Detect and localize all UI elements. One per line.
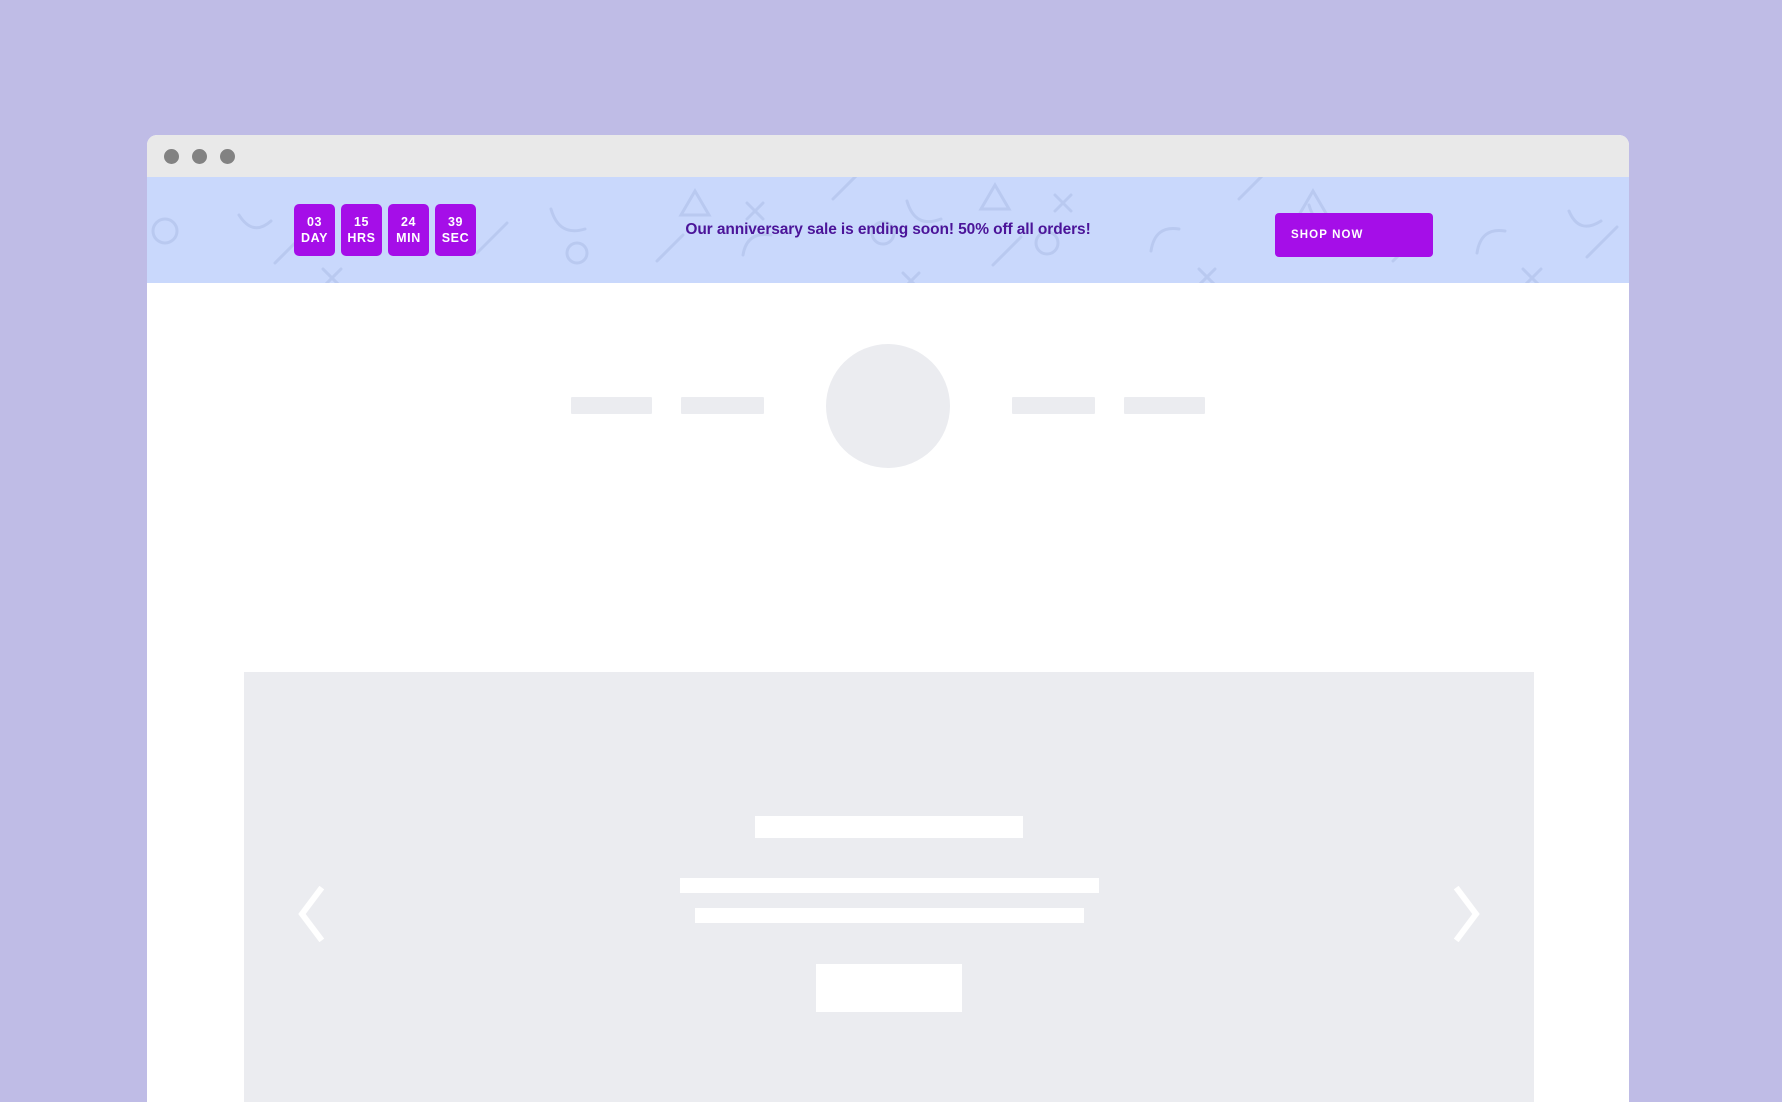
countdown-day-value: 03: [306, 214, 323, 229]
nav-links-right: [1012, 397, 1205, 414]
countdown-min-label: MIN: [396, 231, 421, 245]
promo-banner: 03 DAY 15 HRS 24 MIN 39 SEC Our annivers…: [147, 177, 1629, 283]
countdown-unit-min: 24 MIN: [388, 204, 429, 256]
chevron-left-icon: [296, 886, 328, 942]
chevron-right-icon: [1450, 886, 1482, 942]
minimize-dot[interactable]: [192, 148, 207, 164]
page-content: [147, 283, 1629, 1102]
nav-placeholder-link-1[interactable]: [571, 397, 652, 414]
countdown-hrs-value: 15: [353, 214, 370, 229]
nav-placeholder-link-4[interactable]: [1124, 397, 1205, 414]
hero-button-placeholder[interactable]: [816, 964, 962, 1012]
carousel-next-button[interactable]: [1444, 883, 1488, 945]
skeleton-navigation: [147, 338, 1629, 473]
countdown-timer: 03 DAY 15 HRS 24 MIN 39 SEC: [294, 204, 476, 256]
nav-placeholder-link-3[interactable]: [1012, 397, 1095, 414]
countdown-day-label: DAY: [300, 231, 329, 245]
nav-links-left: [571, 397, 764, 414]
placeholder-logo: [826, 343, 950, 468]
countdown-unit-day: 03 DAY: [294, 204, 335, 256]
hero-title-placeholder: [755, 816, 1023, 838]
hero-skeleton-content: [244, 672, 1534, 1102]
hero-text-placeholder-2: [694, 908, 1084, 923]
browser-titlebar: [147, 135, 1629, 177]
shop-now-button[interactable]: SHOP NOW: [1275, 213, 1433, 257]
maximize-dot[interactable]: [220, 148, 235, 164]
countdown-unit-sec: 39 SEC: [435, 204, 476, 256]
countdown-sec-value: 39: [447, 214, 464, 229]
carousel-prev-button[interactable]: [290, 883, 334, 945]
hero-text-placeholder-1: [679, 878, 1099, 893]
browser-window: 03 DAY 15 HRS 24 MIN 39 SEC Our annivers…: [147, 135, 1629, 1102]
countdown-sec-label: SEC: [441, 231, 470, 245]
nav-placeholder-link-2[interactable]: [681, 397, 764, 414]
countdown-min-value: 24: [400, 214, 417, 229]
countdown-unit-hrs: 15 HRS: [341, 204, 382, 256]
close-dot[interactable]: [164, 148, 179, 164]
hero-carousel: [244, 672, 1534, 1102]
countdown-hrs-label: HRS: [347, 231, 376, 245]
